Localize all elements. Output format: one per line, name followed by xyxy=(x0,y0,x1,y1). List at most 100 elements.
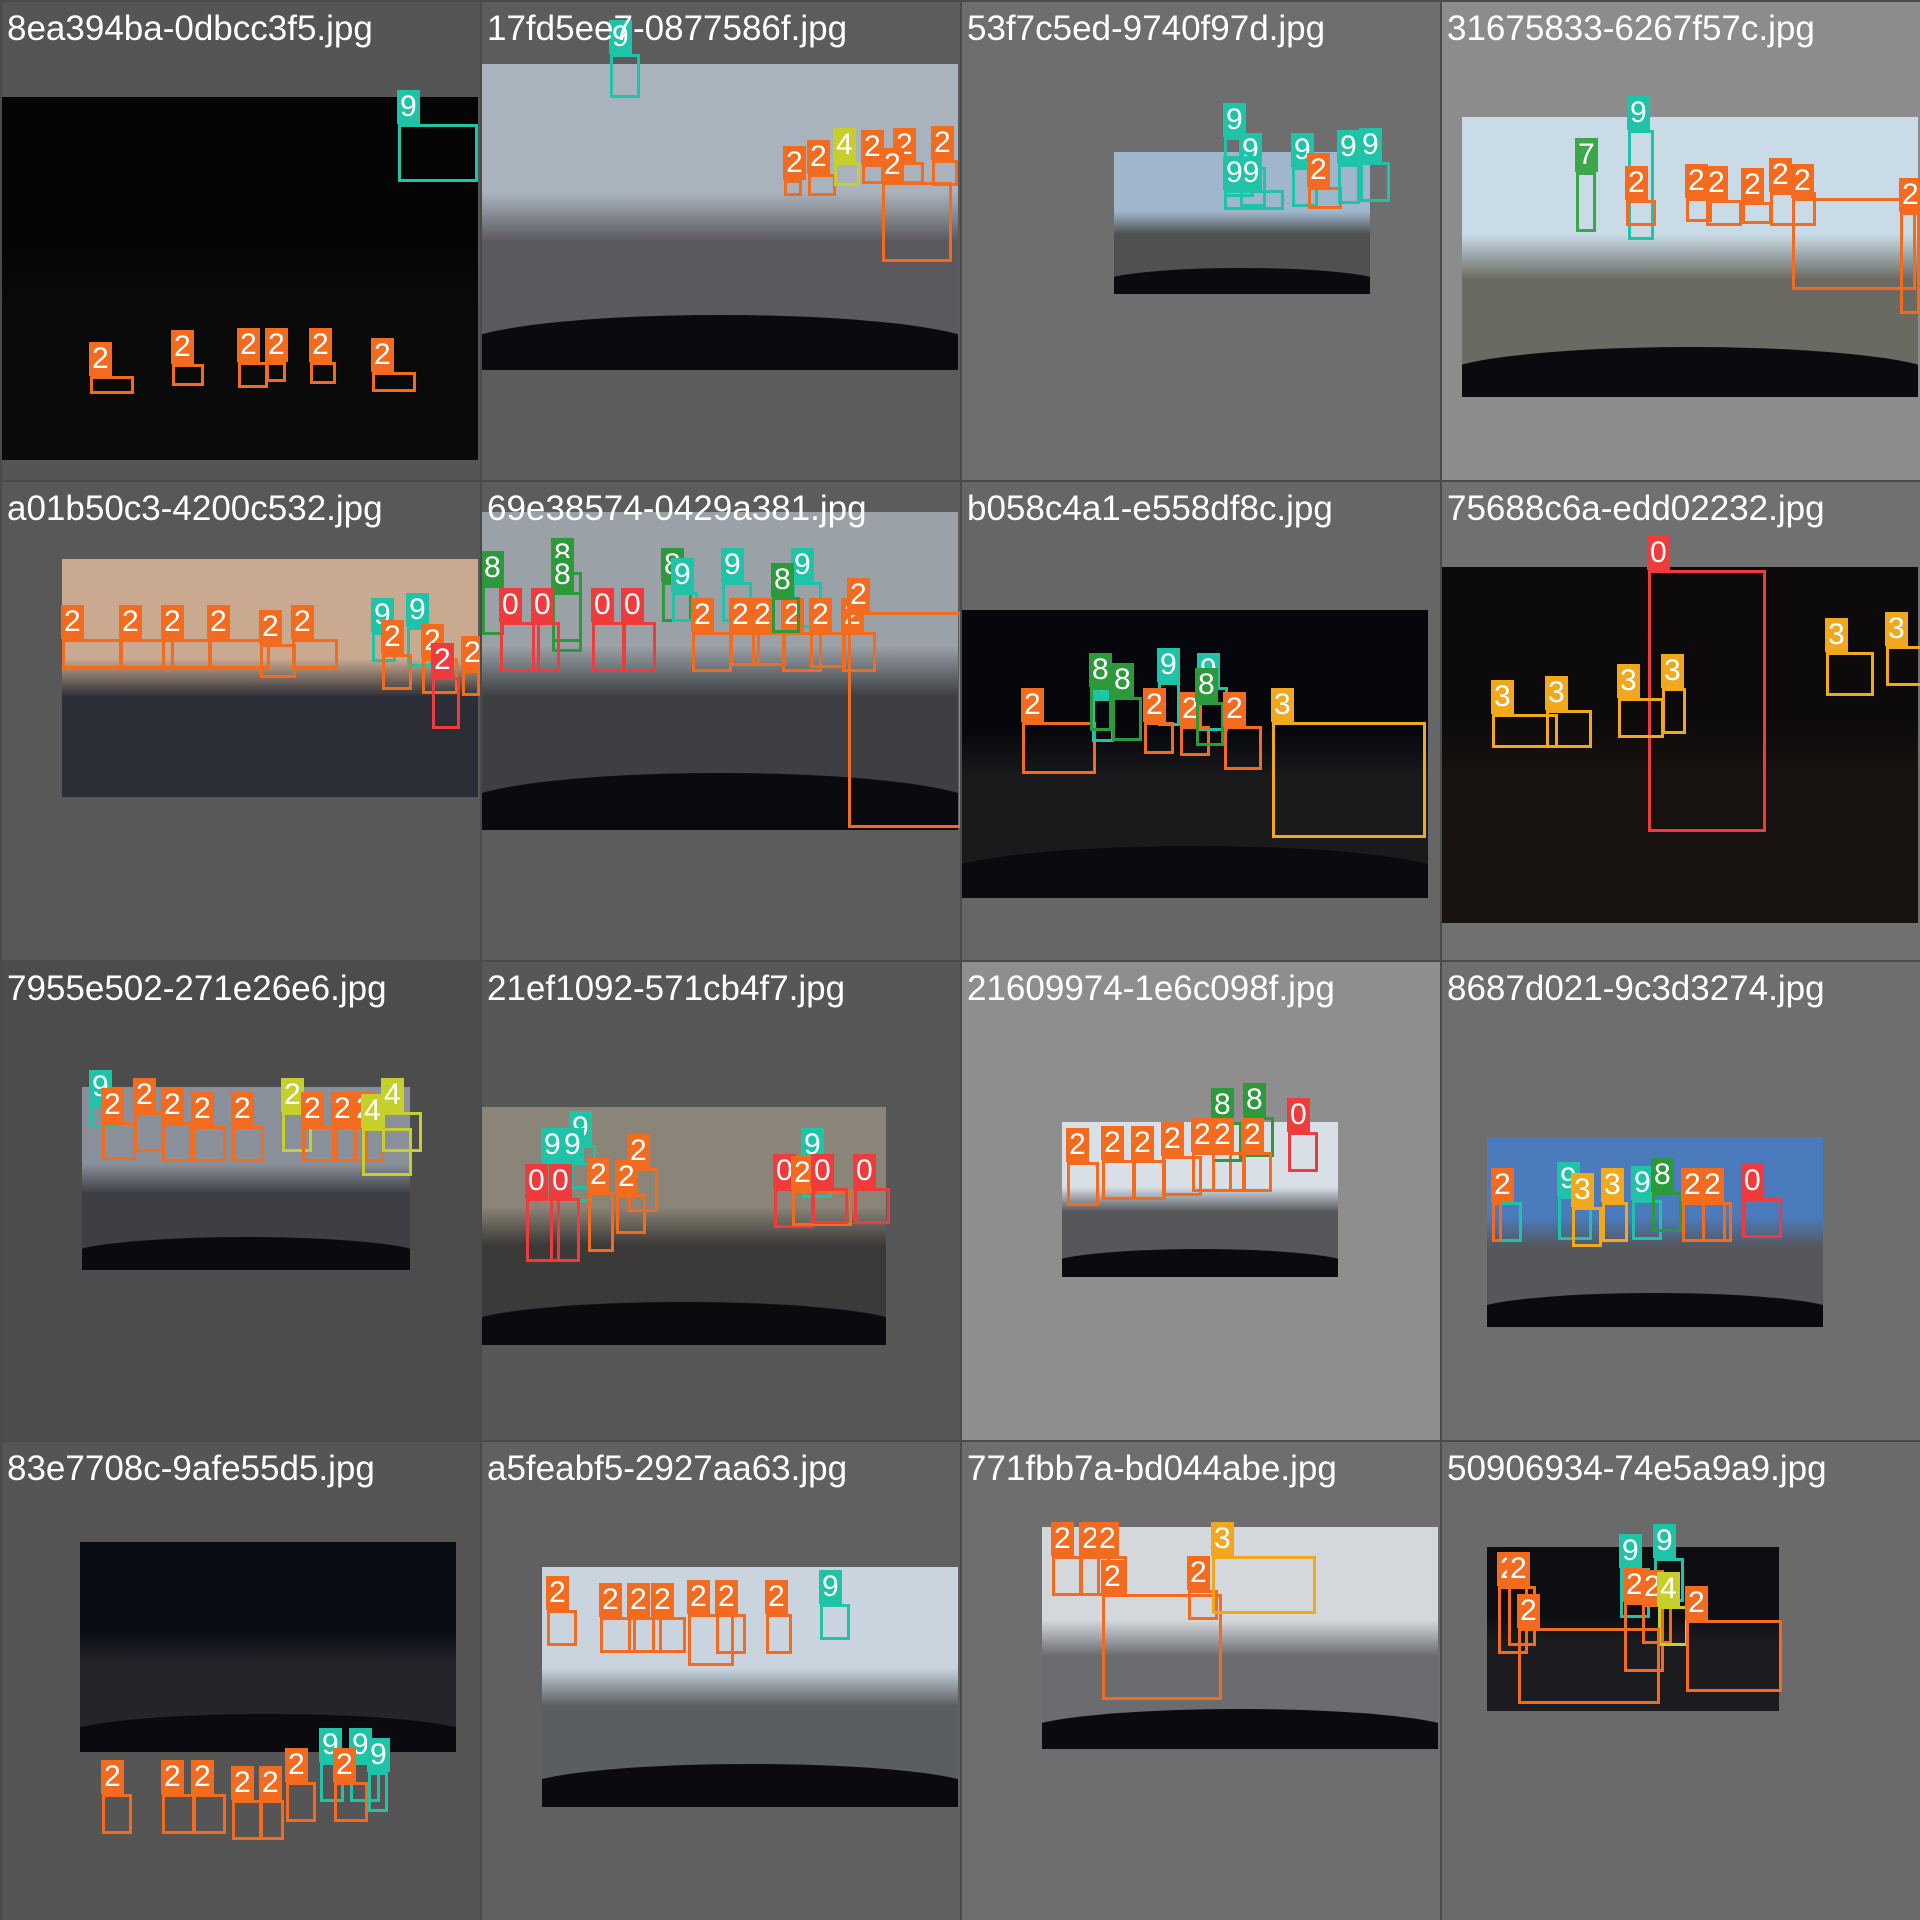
result-tile: 50906934-74e5a9a9.jpg229922422 xyxy=(1442,1442,1920,1920)
tile-filename: a01b50c3-4200c532.jpg xyxy=(7,489,383,528)
detection-box xyxy=(932,160,958,186)
class-label: 0 xyxy=(811,1154,834,1188)
detection-box xyxy=(820,1604,850,1640)
detection-box xyxy=(834,162,860,186)
detection-box xyxy=(1658,1606,1688,1646)
class-label: 2 xyxy=(1051,1522,1074,1556)
detection-box xyxy=(1900,212,1920,314)
detection-box xyxy=(550,1198,580,1262)
class-label: 3 xyxy=(1271,688,1294,722)
class-label: 2 xyxy=(751,598,774,632)
detection-box xyxy=(1826,652,1874,696)
detection-box xyxy=(1792,198,1916,290)
class-label: 2 xyxy=(1701,1168,1724,1202)
detection-box xyxy=(616,1194,646,1234)
detection-box xyxy=(1052,1556,1082,1596)
class-label: 2 xyxy=(161,605,184,639)
class-label: 2 xyxy=(309,328,332,362)
detection-box xyxy=(1546,710,1592,748)
class-label: 8 xyxy=(1111,663,1134,697)
detection-box xyxy=(652,1617,686,1653)
dashcam-photo xyxy=(80,1542,456,1752)
class-label: 2 xyxy=(237,328,260,362)
class-label: 2 xyxy=(1769,158,1792,192)
detection-box xyxy=(62,639,122,669)
tile-filename: 21ef1092-571cb4f7.jpg xyxy=(487,969,846,1008)
detection-box xyxy=(192,1794,226,1834)
detection-box xyxy=(90,376,134,394)
detection-box xyxy=(382,1112,422,1152)
class-label: 9 xyxy=(561,1128,584,1162)
detection-box xyxy=(1702,1202,1732,1242)
class-label: 2 xyxy=(599,1583,622,1617)
detection-box xyxy=(622,622,656,672)
class-label: 2 xyxy=(371,338,394,372)
detection-box xyxy=(1212,1152,1246,1192)
class-label: 8 xyxy=(1243,1083,1266,1117)
class-label: 7 xyxy=(1575,138,1598,172)
detection-box xyxy=(232,1800,262,1840)
detection-box xyxy=(1112,697,1142,741)
class-label: 2 xyxy=(1066,1128,1089,1162)
class-label: 2 xyxy=(651,1583,674,1617)
class-label: 2 xyxy=(627,1583,650,1617)
detection-box xyxy=(1212,1556,1316,1614)
class-label: 3 xyxy=(1661,654,1684,688)
class-label: 2 xyxy=(807,140,830,174)
class-label: 8 xyxy=(1651,1158,1674,1192)
class-label: 2 xyxy=(331,1092,354,1126)
class-label: 2 xyxy=(1161,1122,1184,1156)
detection-box xyxy=(812,1188,848,1224)
class-label: 2 xyxy=(715,1580,738,1614)
detection-box xyxy=(232,1126,264,1162)
detection-box xyxy=(462,670,480,696)
class-label: 2 xyxy=(1143,688,1166,722)
class-label: 2 xyxy=(1187,1556,1210,1590)
class-label: 9 xyxy=(1627,96,1650,130)
class-label: 9 xyxy=(1157,648,1180,682)
detection-box xyxy=(102,1122,136,1160)
detection-grid: 8ea394ba-0dbcc3f5.jpg 9 2 2 2 2 2 2 17fd5ee7-087… xyxy=(0,0,1920,1920)
detection-box xyxy=(1618,698,1664,738)
class-label: 9 xyxy=(1359,128,1382,162)
result-tile: 7955e502-271e26e6.jpg922222222244 xyxy=(2,962,480,1440)
class-label: 2 xyxy=(161,1088,184,1122)
class-label: 2 xyxy=(587,1158,610,1192)
class-label: 2 xyxy=(333,1748,356,1782)
class-label: 2 xyxy=(1791,164,1814,198)
class-label: 2 xyxy=(285,1748,308,1782)
class-label: 2 xyxy=(119,605,142,639)
detection-box xyxy=(1067,1162,1099,1206)
tile-filename: 31675833-6267f57c.jpg xyxy=(1447,9,1815,48)
detection-box xyxy=(432,677,460,729)
result-tile: 83e7708c-9afe55d5.jpg 2 2 2 2 2 2 9 9 2 9 xyxy=(2,1442,480,1920)
tile-filename: 17fd5ee7-0877586f.jpg xyxy=(487,9,848,48)
tile-filename: 83e7708c-9afe55d5.jpg xyxy=(7,1449,375,1488)
detection-box xyxy=(772,597,800,633)
detection-box xyxy=(368,1772,388,1812)
detection-box xyxy=(1706,200,1742,226)
detection-box xyxy=(692,632,732,672)
class-label: 0 xyxy=(549,1164,572,1198)
class-label: 2 xyxy=(1491,1168,1514,1202)
detection-box xyxy=(192,1126,226,1162)
result-tile: a5feabf5-2927aa63.jpg 2 2 2 2 2 2 2 9 xyxy=(482,1442,960,1920)
detection-box xyxy=(1652,1192,1682,1232)
class-label: 2 xyxy=(546,1576,569,1610)
detection-box xyxy=(1360,162,1390,202)
class-label: 4 xyxy=(833,128,856,162)
class-label: 99 xyxy=(1223,156,1263,190)
detection-box xyxy=(1492,1202,1502,1242)
tile-filename: 50906934-74e5a9a9.jpg xyxy=(1447,1449,1827,1488)
class-label: 4 xyxy=(381,1078,404,1112)
detection-box xyxy=(784,180,802,196)
class-label: 9 xyxy=(1223,103,1246,137)
tile-filename: b058c4a1-e558df8c.jpg xyxy=(967,489,1333,528)
detection-box xyxy=(1742,202,1772,224)
class-label: 9 xyxy=(1653,1524,1676,1558)
detection-box xyxy=(752,632,786,666)
class-label: 2 xyxy=(1096,1522,1119,1556)
result-tile: 21609974-1e6c098f.jpg 2 2 2 2 2 8 8 2 2 0 xyxy=(962,962,1440,1440)
car-hood xyxy=(80,1714,456,1752)
detection-box xyxy=(334,1782,368,1822)
